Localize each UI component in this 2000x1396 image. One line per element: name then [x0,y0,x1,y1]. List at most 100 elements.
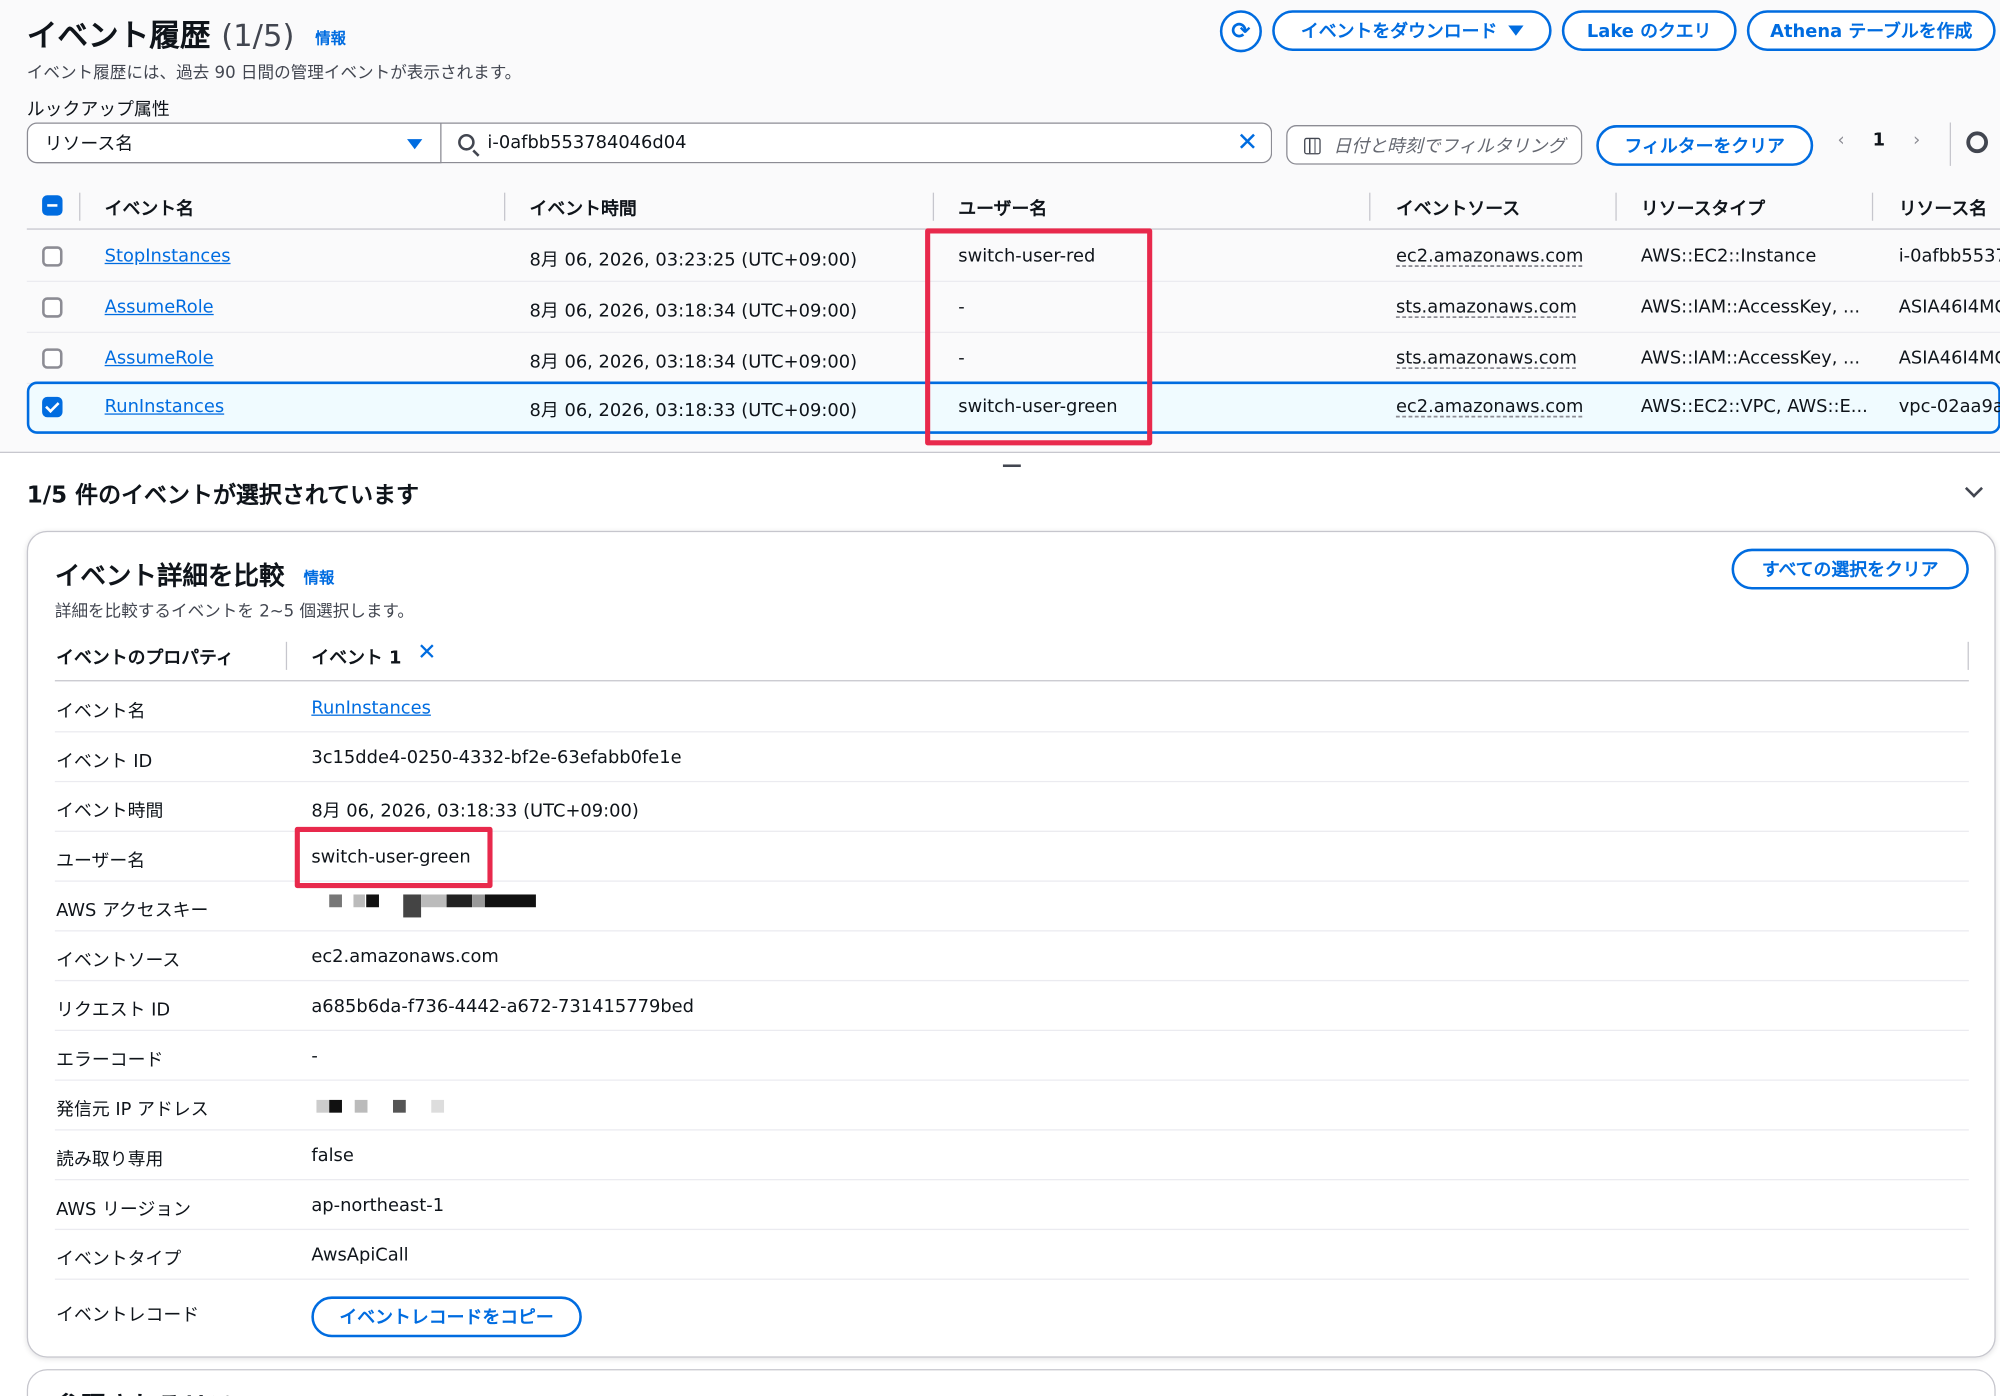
event-source[interactable]: ec2.amazonaws.com [1396,246,1583,266]
clear-filter-button[interactable]: フィルターをクリア [1596,125,1814,166]
table-header: イベント名 イベント時間 ユーザー名 イベントソース リソースタイプ リソース名 [26,185,2000,230]
info-link[interactable]: 情報 [315,29,346,47]
highlight-box-user-name [294,826,493,889]
event-name-link[interactable]: AssumeRole [105,297,214,317]
detail-value: - [311,1046,318,1067]
detail-row: イベントタイプ AwsApiCall [54,1230,1969,1280]
referenced-resources-card: 参照されるリソース 1 [26,1369,1996,1396]
clear-search-icon[interactable]: ✕ [1237,126,1258,157]
detail-key: イベントレコード [56,1305,200,1326]
event-name-link[interactable]: AssumeRole [105,348,214,368]
calendar-icon [1304,137,1321,155]
redacted-block [354,1099,368,1113]
event-source[interactable]: sts.amazonaws.com [1396,348,1577,368]
refresh-button[interactable]: ⟳ [1219,10,1262,53]
column-header-event-source[interactable]: イベントソース [1396,195,1520,221]
event-source[interactable]: ec2.amazonaws.com [1396,397,1583,417]
event-time: 8月 06, 2026, 03:18:33 (UTC+09:00) [529,400,858,422]
caret-down-icon [1507,25,1523,36]
detail-value: ec2.amazonaws.com [311,946,499,968]
resize-handle[interactable] [1002,464,1021,468]
detail-key: AWS アクセスキー [56,900,209,922]
lookup-attribute-select[interactable]: リソース名 [26,122,442,164]
divider [1949,122,1952,166]
event-name-link[interactable]: RunInstances [105,397,225,417]
search-input[interactable]: i-0afbb553784046d04 ✕ [441,122,1273,164]
referenced-resources-title: 参照されるリソース 1 [55,1386,310,1396]
redacted-block [472,894,485,908]
copy-event-record-button[interactable]: イベントレコードをコピー [311,1296,582,1338]
compare-title: イベント詳細を比較 情報 [55,555,334,592]
download-label: イベントをダウンロード [1300,21,1498,43]
column-header-property: イベントのプロパティ [56,648,234,669]
detail-key: イベント時間 [56,801,164,822]
row-checkbox[interactable] [42,348,63,369]
row-checkbox[interactable] [42,297,63,318]
column-header-event-time[interactable]: イベント時間 [530,195,637,221]
title-text: イベント履歴 [26,17,211,54]
create-athena-table-button[interactable]: Athena テーブルを作成 [1746,10,1996,52]
date-filter-input[interactable]: 日付と時刻でフィルタリング [1286,125,1583,165]
detail-row: イベントソース ec2.amazonaws.com [54,931,1969,982]
compare-panel: イベント詳細を比較 情報 すべての選択をクリア 詳細を比較するイベントを 2~5… [26,530,1996,1358]
detail-row: 発信元 IP アドレス [54,1081,1969,1131]
column-separator [1615,192,1617,221]
column-header-user-name[interactable]: ユーザー名 [958,195,1047,221]
event-name-link[interactable]: StopInstances [105,246,231,266]
select-all-checkbox[interactable] [42,195,63,216]
detail-value-link[interactable]: RunInstances [311,698,431,718]
redacted-block [329,894,342,908]
detail-value: false [311,1145,354,1167]
column-header-resource-name[interactable]: リソース名 [1899,195,1987,221]
highlight-box-user-column [925,228,1153,446]
detail-row: 読み取り専用 false [54,1131,1969,1181]
lake-query-button[interactable]: Lake のクエリ [1561,10,1737,52]
next-page-icon[interactable]: › [1913,130,1920,150]
event-time: 8月 06, 2026, 03:23:25 (UTC+09:00) [529,250,858,271]
clear-all-selection-button[interactable]: すべての選択をクリア [1731,548,1969,590]
detail-key: イベント名 [56,701,146,723]
column-separator [285,641,288,670]
info-link[interactable]: 情報 [304,569,335,587]
column-header-event-name[interactable]: イベント名 [105,195,194,221]
detail-row: イベント名 RunInstances [54,683,1969,733]
redacted-block [329,1099,342,1113]
page: イベント履歴 (1/5) 情報 イベント履歴には、過去 90 日間の管理イベント… [0,0,2000,1396]
event-time: 8月 06, 2026, 03:18:34 (UTC+09:00) [529,352,858,373]
lookup-attribute-label: ルックアップ属性 [26,99,170,120]
redacted-block [316,1099,330,1113]
page-number[interactable]: 1 [1873,130,1885,150]
search-icon [458,133,475,151]
refresh-icon: ⟳ [1231,17,1251,45]
resource-type: AWS::IAM::AccessKey, ... [1640,297,1861,318]
close-icon[interactable]: ✕ [417,639,436,666]
row-checkbox[interactable] [42,246,63,267]
resource-name: ASIA46I4MC [1898,297,2000,318]
resource-type: AWS::EC2::VPC, AWS::E... [1640,396,1868,418]
event-source[interactable]: sts.amazonaws.com [1396,297,1577,317]
select-value: リソース名 [44,133,134,155]
detail-key: イベント ID [56,751,153,772]
selection-summary: 1/5 件のイベントが選択されています [26,482,419,510]
redacted-block [421,894,447,908]
column-header-event-1: イベント 1 [311,648,402,669]
detail-value: 8月 06, 2026, 03:18:33 (UTC+09:00) [311,801,639,822]
caret-down-icon [407,139,423,150]
detail-key: エラーコード [56,1050,164,1071]
redacted-block [484,894,536,908]
resource-type: AWS::EC2::Instance [1640,246,1817,267]
column-separator [79,192,81,221]
detail-key: ユーザー名 [56,851,146,872]
prev-page-icon[interactable]: ‹ [1837,130,1844,150]
resource-name: ASIA46I4MC [1898,348,2000,369]
download-events-button[interactable]: イベントをダウンロード [1272,10,1552,52]
detail-key: AWS リージョン [56,1199,192,1220]
row-checkbox[interactable] [42,396,63,418]
chevron-down-icon[interactable] [1964,479,1983,498]
gear-icon[interactable] [1966,131,1989,154]
column-separator [1369,192,1371,221]
column-header-resource-type[interactable]: リソースタイプ [1641,195,1765,221]
detail-row: リクエスト ID a685b6da-f736-4442-a672-7314157… [54,981,1969,1032]
compare-description: 詳細を比較するイベントを 2~5 個選択します。 [54,602,414,622]
detail-row: イベント ID 3c15dde4-0250-4332-bf2e-63efabb0… [54,732,1969,783]
